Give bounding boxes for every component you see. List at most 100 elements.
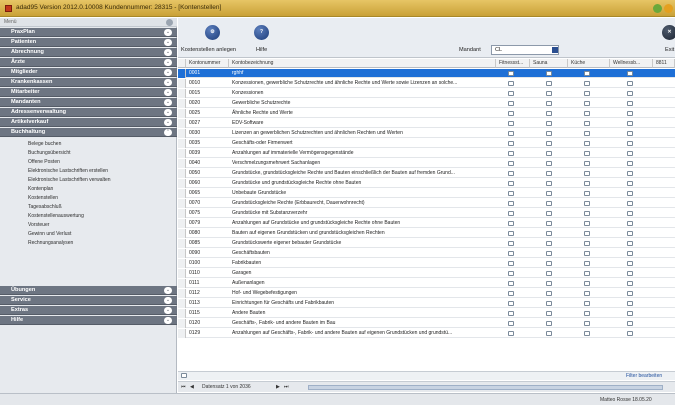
nav-section-patienten[interactable]: Patienten ⌄ <box>0 38 177 47</box>
table-row[interactable]: 0110 Garagen <box>178 269 675 278</box>
row-indicator[interactable] <box>178 139 186 148</box>
column-header[interactable]: Sauna <box>530 59 568 68</box>
row-checkbox[interactable] <box>627 261 633 266</box>
table-row[interactable]: 0080 Bauten auf eigenen Grundstücken und … <box>178 229 675 238</box>
row-checkbox[interactable] <box>546 131 552 136</box>
row-checkbox[interactable] <box>546 171 552 176</box>
row-indicator[interactable] <box>178 179 186 188</box>
row-checkbox[interactable] <box>584 131 590 136</box>
nav-section-praxplan[interactable]: PraxPlan ⌄ <box>0 28 177 37</box>
row-checkbox[interactable] <box>508 71 514 76</box>
row-checkbox[interactable] <box>546 191 552 196</box>
nav-section-mitarbeiter[interactable]: Mitarbeiter ⌄ <box>0 88 177 97</box>
cell-kontonummer[interactable]: 0085 <box>186 239 229 248</box>
cell-kontobezeichnung[interactable]: Geschäftsbauten <box>229 249 496 258</box>
row-checkbox[interactable] <box>584 91 590 96</box>
cell-kontobezeichnung[interactable]: Konzessionen, gewerbliche Schutzrechte u… <box>229 79 496 88</box>
row-checkbox[interactable] <box>508 151 514 156</box>
row-checkbox[interactable] <box>546 231 552 236</box>
nav-section-mitglieder[interactable]: Mitglieder ⌄ <box>0 68 177 77</box>
table-row[interactable]: 0035 Geschäfts-oder Firmenwert <box>178 139 675 148</box>
cell-kontobezeichnung[interactable]: Bauten auf eigenen Grundstücken und grun… <box>229 229 496 238</box>
row-checkbox[interactable] <box>508 331 514 336</box>
row-checkbox[interactable] <box>584 281 590 286</box>
nav-section-buchhaltung[interactable]: Buchhaltung ⌃ <box>0 128 177 137</box>
add-kostenstelle-button[interactable]: Kostenstellen anlegen <box>181 47 236 53</box>
row-indicator[interactable] <box>178 69 186 78</box>
cell-kontonummer[interactable]: 0030 <box>186 129 229 138</box>
table-row[interactable]: 0129 Anzahlungen auf Geschäfts-, Fabrik- … <box>178 329 675 338</box>
row-checkbox[interactable] <box>508 101 514 106</box>
row-indicator[interactable] <box>178 129 186 138</box>
mandant-select[interactable]: CL <box>491 45 559 55</box>
row-checkbox[interactable] <box>584 171 590 176</box>
table-row[interactable]: 0120 Geschäfts-, Fabrik- und andere Baute… <box>178 319 675 328</box>
row-checkbox[interactable] <box>546 221 552 226</box>
row-checkbox[interactable] <box>627 211 633 216</box>
row-checkbox[interactable] <box>546 121 552 126</box>
row-checkbox[interactable] <box>627 81 633 86</box>
row-checkbox[interactable] <box>627 331 633 336</box>
chevron-down-icon[interactable]: ⌄ <box>164 109 172 116</box>
row-indicator[interactable] <box>178 229 186 238</box>
row-checkbox[interactable] <box>584 301 590 306</box>
row-checkbox[interactable] <box>627 271 633 276</box>
cell-kontonummer[interactable]: 0115 <box>186 309 229 318</box>
row-indicator[interactable] <box>178 89 186 98</box>
table-row[interactable]: 0039 Anzahlungen auf immaterielle Vermöge… <box>178 149 675 158</box>
row-checkbox[interactable] <box>508 311 514 316</box>
row-checkbox[interactable] <box>508 281 514 286</box>
cell-kontonummer[interactable]: 0113 <box>186 299 229 308</box>
column-header[interactable]: Kontobezeichnung <box>229 59 496 68</box>
row-checkbox[interactable] <box>584 311 590 316</box>
table-row[interactable]: 0085 Grundstückswerte eigener bebauter Gr… <box>178 239 675 248</box>
row-checkbox[interactable] <box>584 251 590 256</box>
row-checkbox[interactable] <box>546 161 552 166</box>
cell-kontobezeichnung[interactable]: Garagen <box>229 269 496 278</box>
row-checkbox[interactable] <box>627 231 633 236</box>
cell-kontobezeichnung[interactable]: Grundstücke, grundstücksgleiche Rechte u… <box>229 169 496 178</box>
cell-kontonummer[interactable]: 0120 <box>186 319 229 328</box>
table-row[interactable]: 0010 Konzessionen, gewerbliche Schutzrech… <box>178 79 675 88</box>
row-checkbox[interactable] <box>546 241 552 246</box>
chevron-down-icon[interactable]: ⌄ <box>164 99 172 106</box>
cell-kontonummer[interactable]: 0080 <box>186 229 229 238</box>
row-checkbox[interactable] <box>627 141 633 146</box>
cell-kontobezeichnung[interactable]: EDV-Software <box>229 119 496 128</box>
row-checkbox[interactable] <box>584 241 590 246</box>
row-checkbox[interactable] <box>627 321 633 326</box>
row-checkbox[interactable] <box>508 241 514 246</box>
sidebar-item-kostenstellen[interactable]: Kostenstellen <box>28 195 58 201</box>
row-checkbox[interactable] <box>584 261 590 266</box>
chevron-up-icon[interactable]: ⌃ <box>164 129 172 136</box>
table-row[interactable]: 0015 Konzessionen <box>178 89 675 98</box>
filter-enabled-checkbox[interactable] <box>181 373 187 378</box>
cell-kontobezeichnung[interactable]: rghhf <box>229 69 496 78</box>
row-checkbox[interactable] <box>508 261 514 266</box>
column-header[interactable]: Wellnessb... <box>610 59 653 68</box>
nav-section-adressenverwaltung[interactable]: Adressenverwaltung ⌄ <box>0 108 177 117</box>
cell-kontonummer[interactable]: 0001 <box>186 69 229 78</box>
nav-section-artikelverkauf[interactable]: Artikelverkauf ⌄ <box>0 118 177 127</box>
row-checkbox[interactable] <box>508 321 514 326</box>
row-checkbox[interactable] <box>627 161 633 166</box>
table-row[interactable]: 0025 Ähnliche Rechte und Werte <box>178 109 675 118</box>
minimize-button[interactable] <box>653 4 662 13</box>
row-checkbox[interactable] <box>584 151 590 156</box>
row-indicator[interactable] <box>178 99 186 108</box>
cell-kontobezeichnung[interactable]: Hof- und Wegebefestigungen <box>229 289 496 298</box>
maximize-button[interactable] <box>664 4 673 13</box>
row-checkbox[interactable] <box>508 121 514 126</box>
chevron-down-icon[interactable]: ⌄ <box>164 297 172 304</box>
cell-kontobezeichnung[interactable]: Gewerbliche Schutzrechte <box>229 99 496 108</box>
row-indicator[interactable] <box>178 279 186 288</box>
row-checkbox[interactable] <box>627 221 633 226</box>
row-indicator[interactable] <box>178 209 186 218</box>
nav-section-krankenkassen[interactable]: Krankenkassen ⌄ <box>0 78 177 87</box>
sidebar-item-rechnungsanalysen[interactable]: Rechnungsanalysen <box>28 240 73 246</box>
row-checkbox[interactable] <box>546 141 552 146</box>
sidebar-item-kontenplan[interactable]: Kontenplan <box>28 186 53 192</box>
next-record-icon[interactable]: ▶ <box>276 384 280 390</box>
chevron-down-icon[interactable]: ⌄ <box>164 287 172 294</box>
cell-kontonummer[interactable]: 0010 <box>186 79 229 88</box>
